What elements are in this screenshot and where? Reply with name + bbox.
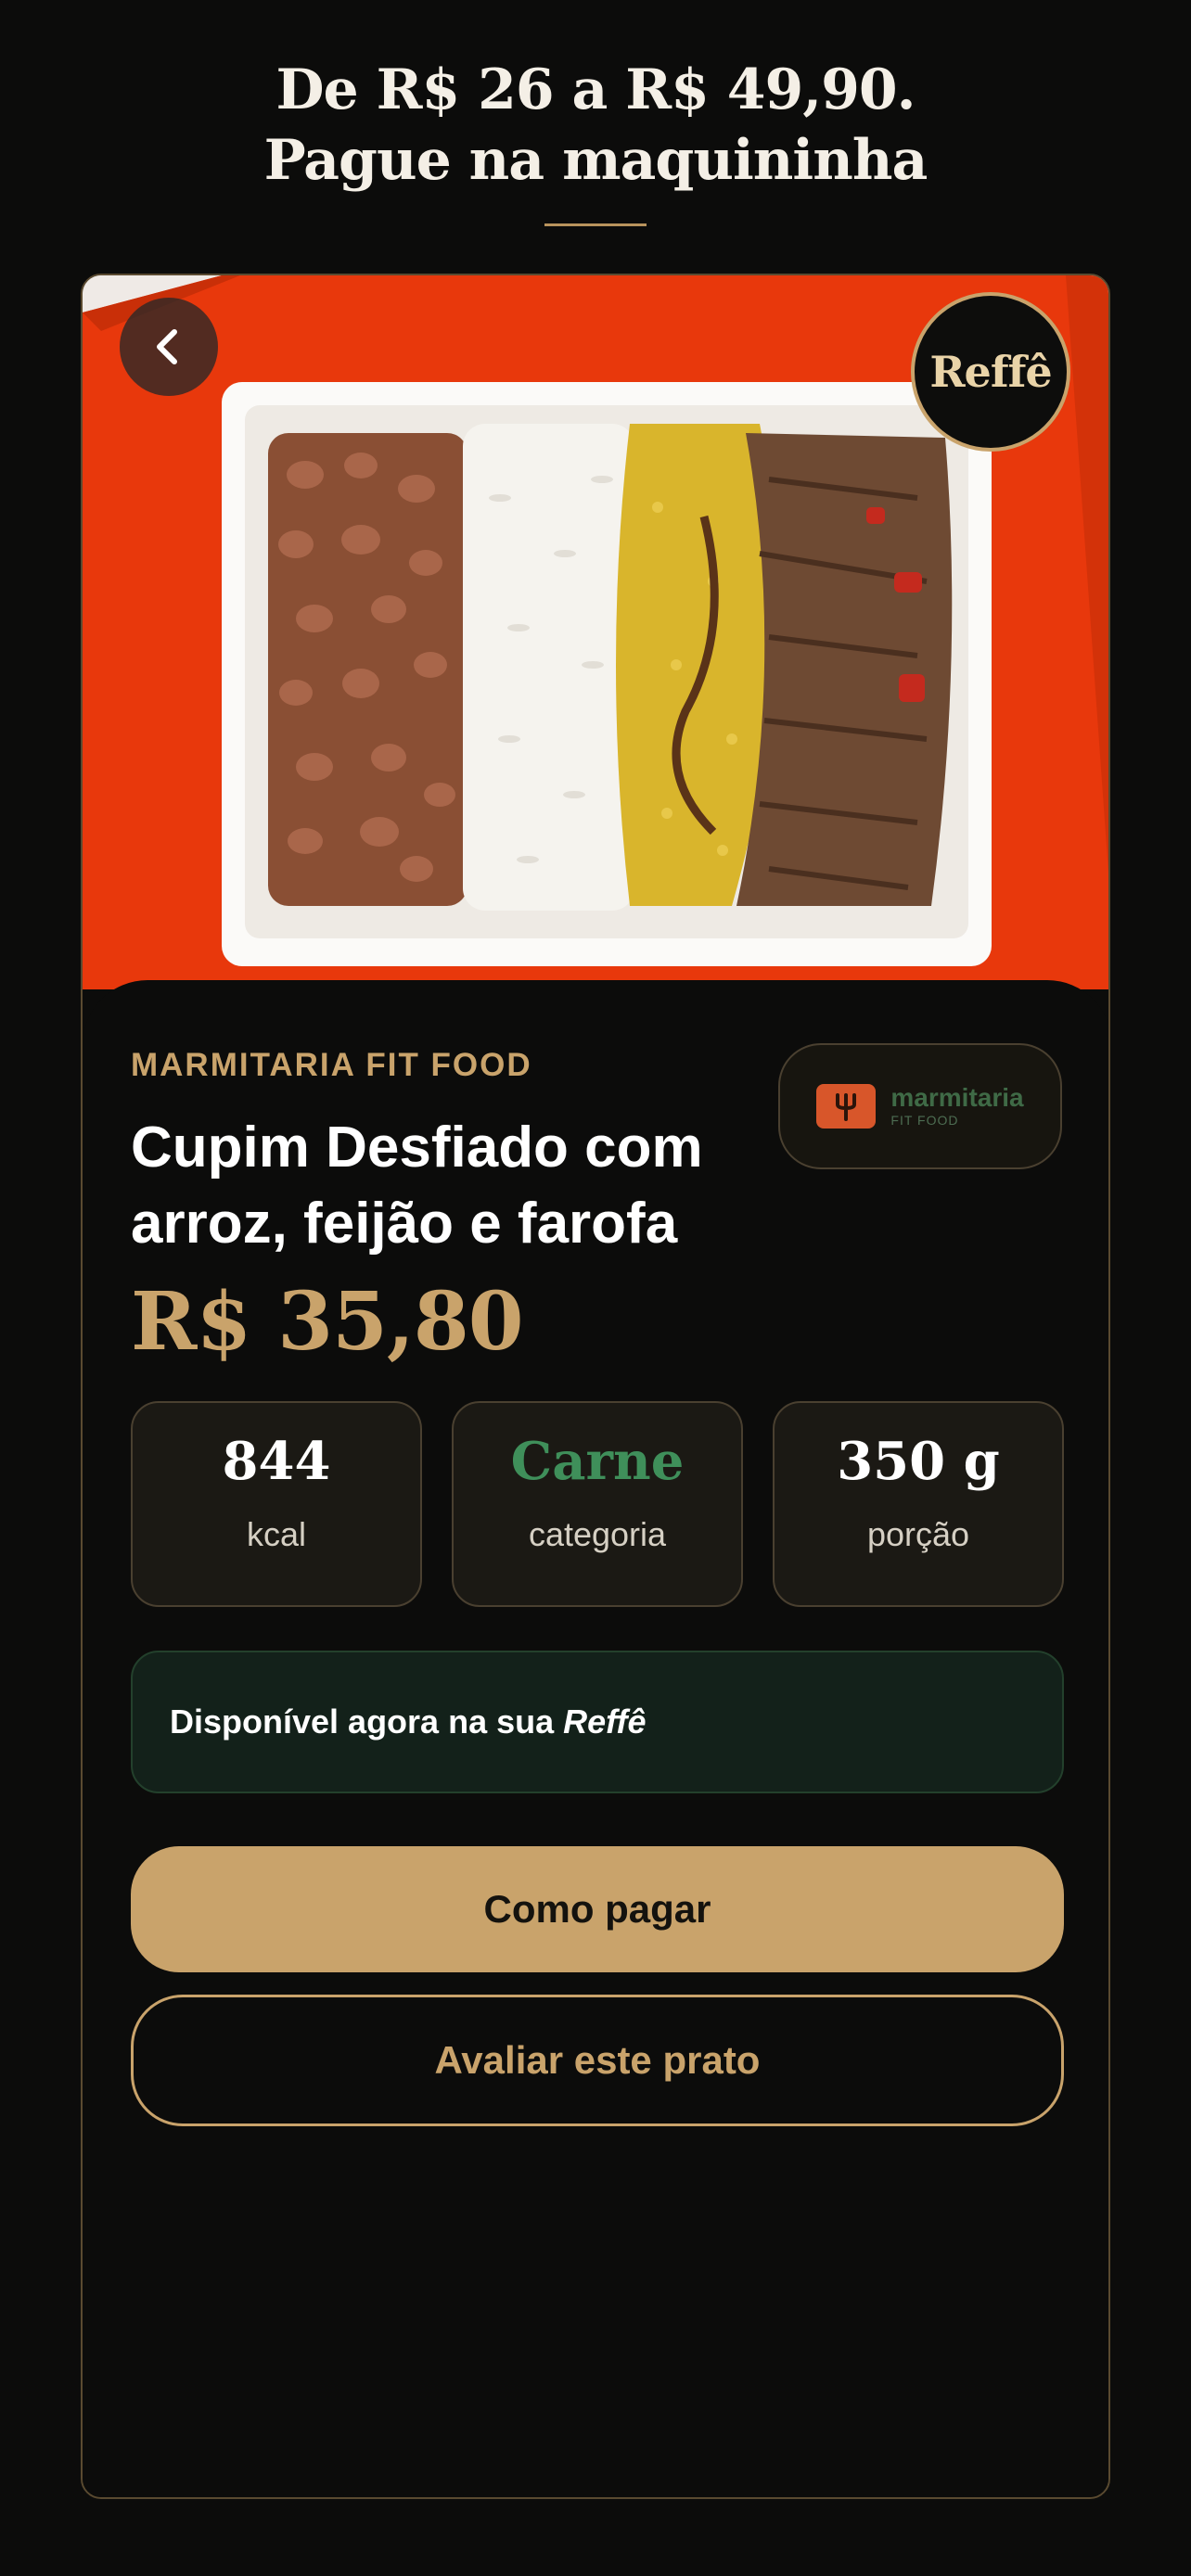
vendor-logo-sub: FIT FOOD xyxy=(890,1113,959,1128)
stat-value: 844 xyxy=(222,1431,331,1492)
header-divider xyxy=(544,223,647,226)
availability-banner: Disponível agora na sua Reffê xyxy=(131,1651,1064,1793)
product-details: MARMITARIA FIT FOOD marmitaria FIT FOOD … xyxy=(83,980,1108,2497)
brand-logo-badge: Reffê xyxy=(911,292,1070,452)
stat-label: kcal xyxy=(246,1515,307,1553)
stat-label: porção xyxy=(866,1515,970,1553)
fork-icon xyxy=(816,1084,877,1129)
product-card: Reffê MARMITARIA FIT FOOD marmitaria FIT… xyxy=(81,274,1110,2499)
stat-value: 350 g xyxy=(837,1431,1000,1492)
vendor-logo-name: marmitaria xyxy=(890,1083,1024,1112)
promo-header: De R$ 26 a R$ 49,90. Pague na maquininha xyxy=(0,0,1191,226)
nutrition-stats: 844 kcal Carne categoria 350 g porção xyxy=(131,1401,1064,1607)
stat-label: categoria xyxy=(528,1515,667,1553)
promo-line-2: Pague na maquininha xyxy=(263,128,928,193)
promo-line-1: De R$ 26 a R$ 49,90. xyxy=(275,57,916,122)
product-photo: Reffê xyxy=(83,275,1108,989)
chevron-left-icon xyxy=(157,329,177,364)
stat-category: Carne categoria xyxy=(452,1401,743,1607)
rate-dish-button[interactable]: Avaliar este prato xyxy=(131,1995,1064,2126)
availability-brand: Reffê xyxy=(563,1702,647,1741)
dish-title: Cupim Desfiado com arroz, feijão e farof… xyxy=(131,1116,703,1256)
stat-calories: 844 kcal xyxy=(131,1401,422,1607)
vendor-logo: marmitaria FIT FOOD xyxy=(778,1043,1062,1169)
availability-text: Disponível agora na sua xyxy=(170,1702,555,1741)
dish-price: R$ 35,80 xyxy=(131,1275,524,1369)
stat-portion: 350 g porção xyxy=(773,1401,1064,1607)
stat-value: Carne xyxy=(510,1431,685,1492)
vendor-name: MARMITARIA FIT FOOD xyxy=(131,1047,532,1083)
back-button[interactable] xyxy=(120,298,218,396)
how-to-pay-button[interactable]: Como pagar xyxy=(131,1846,1064,1972)
